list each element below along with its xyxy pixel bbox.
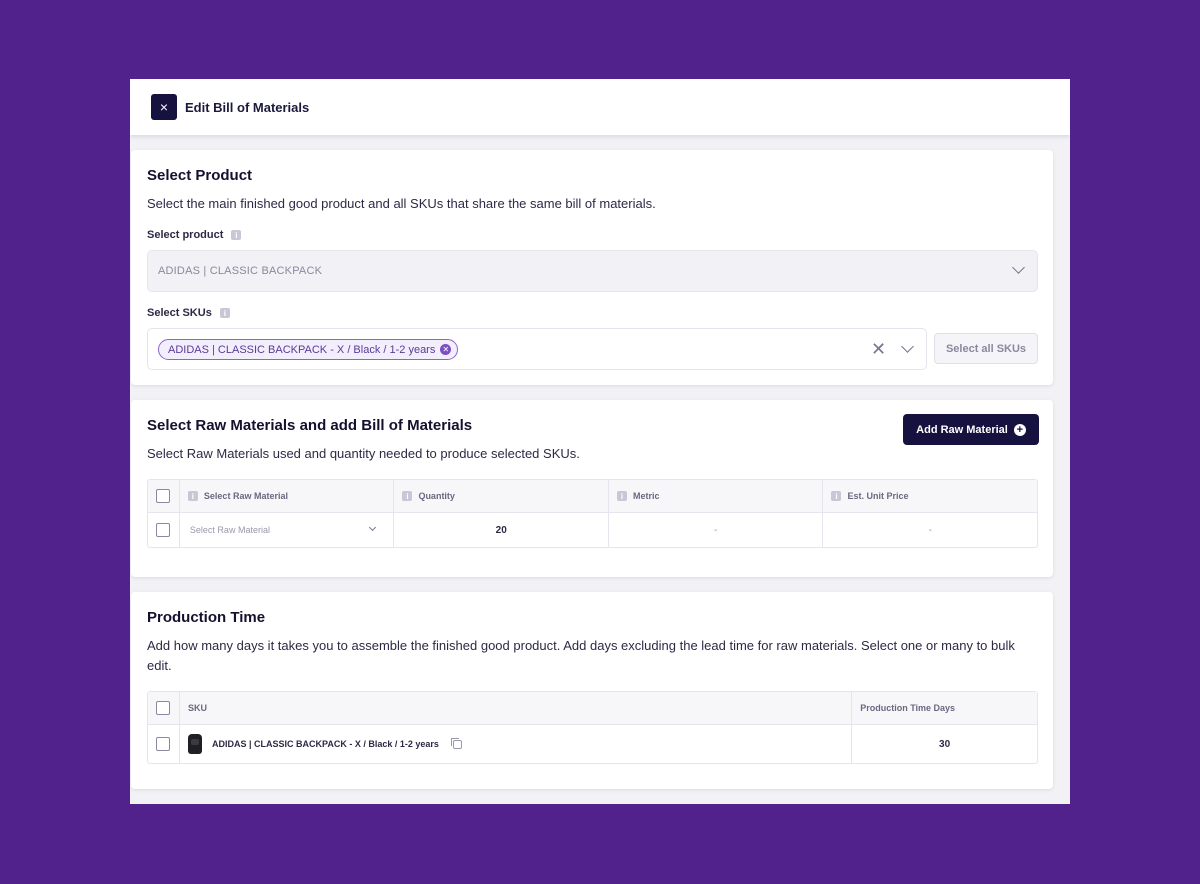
info-icon[interactable]: i	[231, 230, 242, 240]
product-select-value: ADIDAS | CLASSIC BACKPACK	[158, 265, 323, 277]
select-all-checkbox[interactable]	[156, 489, 171, 503]
selected-sku-chip[interactable]: ADIDAS | CLASSIC BACKPACK - X / Black / …	[158, 339, 459, 360]
sku-name: ADIDAS | CLASSIC BACKPACK - X / Black / …	[211, 739, 439, 749]
raw-material-select[interactable]: Select Raw Material	[178, 513, 394, 547]
close-icon: ×	[159, 99, 169, 115]
select-all-skus-button[interactable]: Select all SKUs	[934, 333, 1038, 364]
info-icon[interactable]: i	[187, 491, 198, 501]
production-days-input[interactable]: 30	[851, 725, 1037, 763]
table-header-row: i Select Raw Material i Quantity i Metri…	[148, 480, 1037, 513]
production-time-title: Production Time	[147, 609, 266, 626]
select-all-checkbox-cell	[148, 692, 179, 724]
production-time-description: Add how many days it takes you to assemb…	[147, 638, 1015, 673]
raw-materials-card: Select Raw Materials and add Bill of Mat…	[131, 400, 1053, 577]
row-checkbox[interactable]	[156, 523, 171, 537]
column-header-label: Metric	[632, 491, 660, 501]
clear-icon[interactable]: ✕	[871, 340, 886, 358]
column-header-label: Est. Unit Price	[847, 491, 909, 501]
raw-material-select-value: Select Raw Material	[189, 525, 270, 535]
column-header-label: Quantity	[418, 491, 455, 501]
column-header: i Quantity	[393, 480, 608, 512]
product-label-text: Select product	[147, 229, 224, 241]
skus-field-label: Select SKUs i	[147, 307, 230, 319]
remove-chip-icon[interactable]: ✕	[440, 344, 452, 355]
raw-materials-title: Select Raw Materials and add Bill of Mat…	[147, 417, 473, 434]
column-header-label: Select Raw Material	[203, 491, 288, 501]
raw-materials-description: Select Raw Materials used and quantity n…	[147, 446, 580, 461]
info-icon[interactable]: i	[219, 308, 230, 318]
quantity-input[interactable]: 20	[393, 513, 608, 547]
modal-header: × Edit Bill of Materials	[130, 79, 1070, 135]
sku-cell: ADIDAS | CLASSIC BACKPACK - X / Black / …	[178, 725, 851, 763]
backpack-thumbnail-icon	[187, 734, 202, 754]
chevron-down-icon	[1012, 261, 1025, 274]
chevron-down-icon[interactable]	[901, 340, 914, 353]
raw-materials-table: i Select Raw Material i Quantity i Metri…	[147, 479, 1038, 548]
row-checkbox-cell	[148, 513, 179, 547]
column-header-label: SKU	[187, 703, 207, 713]
selected-sku-chip-label: ADIDAS | CLASSIC BACKPACK - X / Black / …	[168, 343, 436, 356]
close-button[interactable]: ×	[151, 94, 177, 120]
metric-value: -	[607, 513, 823, 547]
product-select[interactable]: ADIDAS | CLASSIC BACKPACK	[147, 250, 1038, 292]
sku-multiselect[interactable]: ADIDAS | CLASSIC BACKPACK - X / Black / …	[147, 328, 927, 370]
add-raw-material-label: Add Raw Material	[916, 423, 1008, 436]
select-product-description: Select the main finished good product an…	[147, 196, 656, 211]
product-field-label: Select product i	[147, 229, 242, 241]
table-header-row: SKU Production Time Days	[148, 692, 1037, 725]
copy-icon[interactable]	[450, 737, 462, 749]
select-all-checkbox[interactable]	[156, 701, 171, 715]
production-time-card: Production Time Add how many days it tak…	[131, 592, 1053, 789]
unit-price-value: -	[822, 513, 1037, 547]
production-time-table: SKU Production Time Days ADIDAS | CLASSI…	[147, 691, 1038, 764]
column-header: i Est. Unit Price	[822, 480, 1037, 512]
column-header: SKU	[178, 692, 851, 724]
select-product-title: Select Product	[147, 167, 253, 184]
row-checkbox[interactable]	[156, 737, 171, 751]
table-row: ADIDAS | CLASSIC BACKPACK - X / Black / …	[148, 725, 1037, 763]
column-header: Production Time Days	[851, 692, 1037, 724]
select-all-checkbox-cell	[148, 480, 179, 512]
add-raw-material-button[interactable]: Add Raw Material +	[903, 414, 1039, 445]
plus-circle-icon: +	[1013, 423, 1026, 436]
modal-title: Edit Bill of Materials	[185, 99, 310, 115]
chevron-down-icon	[368, 523, 376, 532]
column-header-label: Production Time Days	[860, 703, 956, 713]
skus-label-text: Select SKUs	[147, 307, 212, 319]
info-icon[interactable]: i	[831, 491, 842, 501]
select-product-card: Select Product Select the main finished …	[131, 150, 1053, 385]
table-row: Select Raw Material 20 - -	[148, 513, 1037, 547]
info-icon[interactable]: i	[616, 491, 627, 501]
info-icon[interactable]: i	[402, 491, 413, 501]
edit-bom-modal: × Edit Bill of Materials Select Product …	[130, 79, 1070, 804]
column-header: i Metric	[607, 480, 823, 512]
row-checkbox-cell	[148, 725, 179, 763]
column-header: i Select Raw Material	[178, 480, 394, 512]
